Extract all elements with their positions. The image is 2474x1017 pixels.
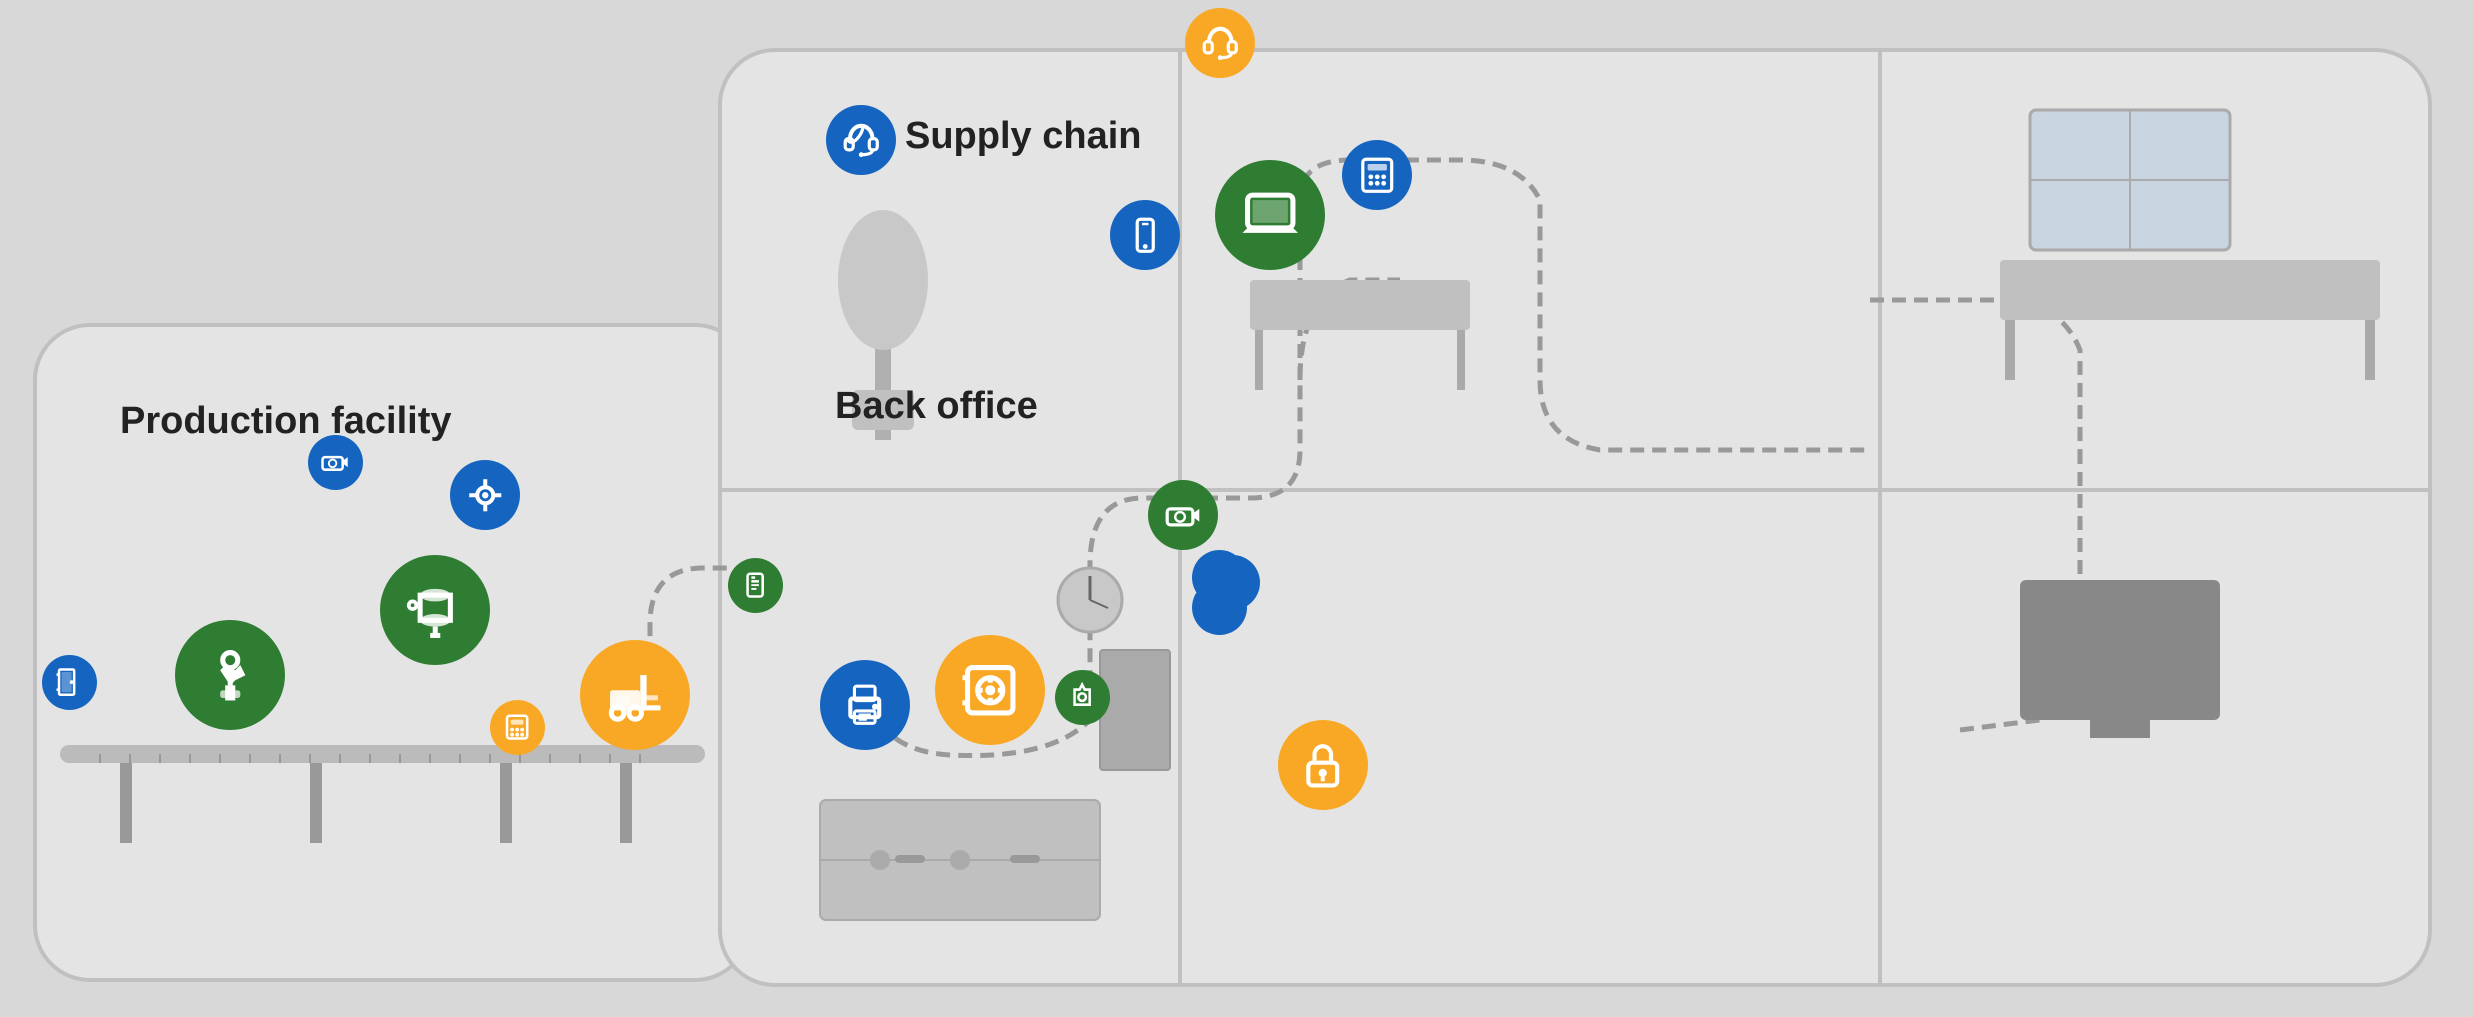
thermostat-supply-icon[interactable] — [1205, 555, 1260, 610]
door-sensor-icon[interactable] — [42, 655, 97, 710]
pipe-valve-icon[interactable] — [450, 460, 520, 530]
headset-yellow-icon[interactable] — [1185, 8, 1255, 78]
lock-icon[interactable] — [1278, 720, 1368, 810]
headset-blue-icon[interactable] — [826, 105, 896, 175]
back-office-label: Back office — [835, 385, 1038, 428]
camera-office-icon[interactable] — [1148, 480, 1218, 550]
camera-prod-icon[interactable] — [308, 435, 363, 490]
keypad-icon[interactable] — [490, 700, 545, 755]
safe-icon[interactable] — [935, 635, 1045, 745]
printer-icon[interactable] — [820, 660, 910, 750]
phone-icon[interactable] — [1110, 200, 1180, 270]
scene: Production facility Back office Supply c… — [0, 0, 2474, 1017]
robot-arm-icon[interactable] — [175, 620, 285, 730]
supply-chain-label: Supply chain — [905, 115, 1141, 158]
card-reader-icon[interactable] — [728, 558, 783, 613]
keypad-office-icon[interactable] — [1342, 140, 1412, 210]
storage-tank-icon[interactable] — [380, 555, 490, 665]
production-facility-label: Production facility — [120, 400, 451, 443]
small-camera-icon[interactable] — [1055, 670, 1110, 725]
laptop-icon[interactable] — [1215, 160, 1325, 270]
forklift-icon[interactable] — [580, 640, 690, 750]
